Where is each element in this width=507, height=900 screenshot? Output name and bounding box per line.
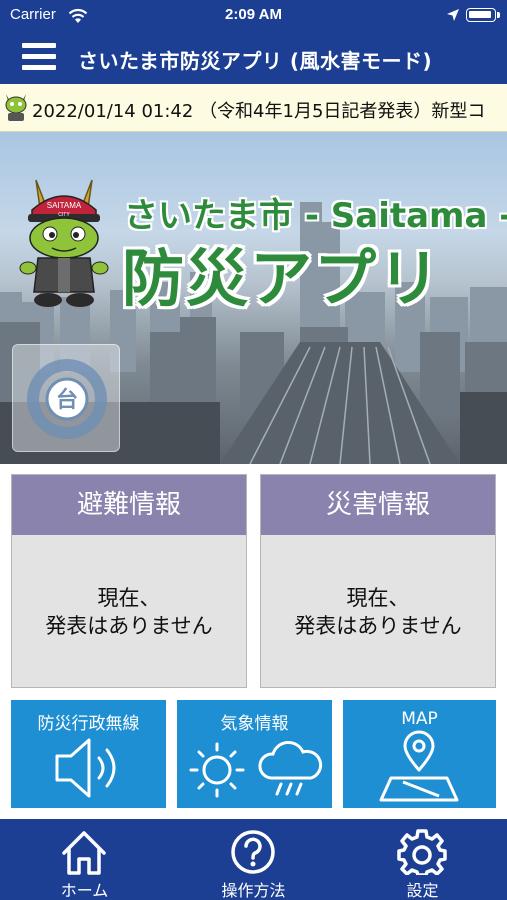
panel-body-line2: 発表はありません (45, 613, 213, 638)
location-arrow-icon (447, 9, 459, 21)
panel-title: 災害情報 (261, 475, 495, 535)
disaster-info-panel[interactable]: 災害情報 現在、 発表はありません (260, 474, 496, 688)
news-ticker[interactable]: 2022/01/14 01:42 （令和4年1月5日記者発表）新型コ (0, 84, 507, 132)
typhoon-mode-button[interactable]: 台 (12, 344, 120, 452)
tab-help[interactable]: 操作方法 (169, 819, 338, 900)
question-icon (231, 830, 275, 874)
gear-icon (397, 829, 447, 875)
hero-banner: SAITAMA CITY さいたま市 - Saitama - 防災アプリ 台 (0, 132, 507, 464)
tab-home-label: ホーム (60, 881, 109, 900)
speaker-icon (55, 738, 116, 798)
menu-icon[interactable] (22, 43, 56, 73)
mascot-image: SAITAMA CITY (19, 179, 109, 307)
tab-settings-label: 設定 (406, 881, 439, 900)
panel-body: 現在、 発表はありません (12, 535, 246, 688)
bottom-tab-bar: ホーム 操作方法 設定 (0, 819, 507, 900)
status-bar: Carrier 2:09 AM (0, 0, 507, 32)
evacuation-info-panel[interactable]: 避難情報 現在、 発表はありません (11, 474, 247, 688)
panel-body-line1: 現在、 (97, 585, 161, 610)
app-header: さいたま市防災アプリ (風水害モード) (0, 32, 507, 84)
panel-title: 避難情報 (12, 475, 246, 535)
tile-label: MAP (401, 709, 438, 729)
typhoon-icon: 台 (27, 359, 107, 439)
tab-settings[interactable]: 設定 (338, 819, 507, 900)
clock: 2:09 AM (225, 6, 282, 23)
map-button[interactable]: MAP (343, 700, 496, 808)
battery-icon (466, 8, 496, 22)
weather-icon (189, 741, 323, 798)
mascot-cap-subtext: CITY (58, 212, 70, 218)
mascot-cap-text: SAITAMA (47, 201, 82, 210)
map-pin-icon (379, 730, 459, 802)
disaster-radio-button[interactable]: 防災行政無線 (11, 700, 166, 808)
tab-home[interactable]: ホーム (0, 819, 169, 900)
panel-body-line2: 発表はありません (294, 613, 462, 638)
mascot-small-icon (5, 94, 27, 121)
ticker-text: 2022/01/14 01:42 （令和4年1月5日記者発表）新型コ (32, 101, 486, 122)
battery-tip (497, 12, 500, 18)
panel-body-line1: 現在、 (346, 585, 410, 610)
panel-body: 現在、 発表はありません (261, 535, 495, 688)
typhoon-icon-text: 台 (56, 387, 78, 413)
home-icon (62, 831, 106, 875)
tab-help-label: 操作方法 (221, 881, 286, 900)
weather-info-button[interactable]: 気象情報 (177, 700, 332, 808)
app-title: さいたま市防災アプリ (風水害モード) (78, 49, 433, 73)
hero-title-line2: 防災アプリ (122, 242, 443, 315)
